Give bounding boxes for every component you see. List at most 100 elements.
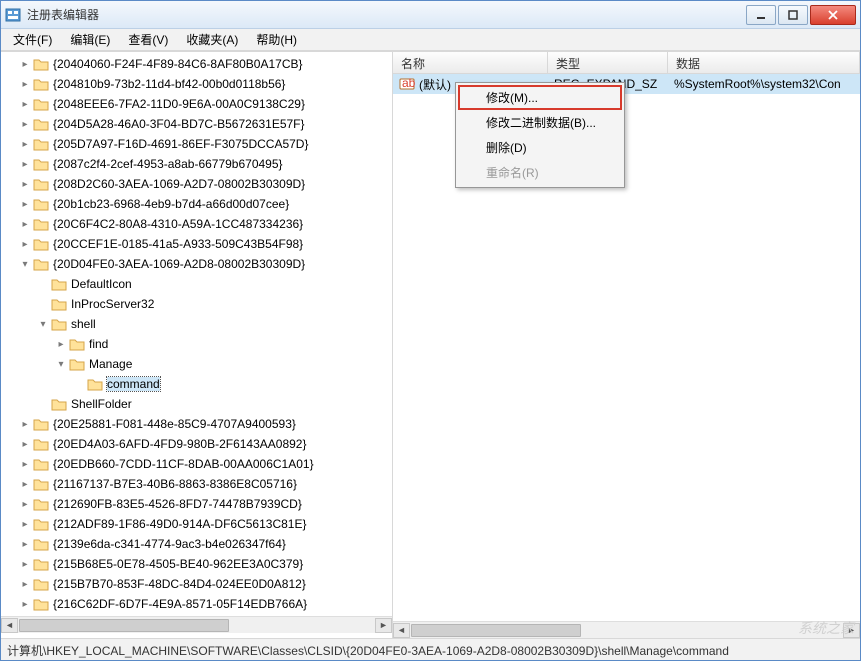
column-type[interactable]: 类型 bbox=[548, 52, 668, 73]
tree-toggle-icon[interactable] bbox=[37, 278, 49, 290]
app-icon bbox=[5, 7, 21, 23]
maximize-button[interactable] bbox=[778, 5, 808, 25]
menu-edit[interactable]: 编辑(E) bbox=[62, 29, 118, 50]
list-body[interactable]: ab (默认) REG_EXPAND_SZ %SystemRoot%\syste… bbox=[393, 74, 860, 621]
tree-label: {215B7B70-853F-48DC-84D4-024EE0D0A812} bbox=[53, 577, 306, 591]
column-name[interactable]: 名称 bbox=[393, 52, 548, 73]
tree-toggle-icon[interactable]: ▸ bbox=[19, 418, 31, 430]
context-modify-binary[interactable]: 修改二进制数据(B)... bbox=[458, 110, 622, 135]
context-delete[interactable]: 删除(D) bbox=[458, 135, 622, 160]
tree-node[interactable]: ▸{2048EEE6-7FA2-11D0-9E6A-00A0C9138C29} bbox=[19, 94, 392, 114]
scroll-left-icon[interactable]: ◄ bbox=[1, 618, 18, 633]
tree-node[interactable]: ▸{2139e6da-c341-4774-9ac3-b4e026347f64} bbox=[19, 534, 392, 554]
scrollbar-thumb[interactable] bbox=[19, 619, 229, 632]
tree-toggle-icon[interactable]: ▸ bbox=[19, 458, 31, 470]
tree-toggle-icon[interactable]: ▸ bbox=[19, 158, 31, 170]
tree-toggle-icon[interactable]: ▾ bbox=[55, 358, 67, 370]
tree-node[interactable]: ▸ find bbox=[55, 334, 392, 354]
folder-icon bbox=[33, 156, 49, 172]
tree-node[interactable]: ▸{20C6F4C2-80A8-4310-A59A-1CC487334236} bbox=[19, 214, 392, 234]
tree-toggle-icon[interactable]: ▸ bbox=[19, 198, 31, 210]
tree-toggle-icon[interactable]: ▸ bbox=[19, 558, 31, 570]
column-data[interactable]: 数据 bbox=[668, 52, 860, 73]
tree-toggle-icon[interactable]: ▸ bbox=[19, 498, 31, 510]
tree-node[interactable]: ▾{20D04FE0-3AEA-1069-A2D8-08002B30309D} bbox=[19, 254, 392, 274]
titlebar[interactable]: 注册表编辑器 bbox=[1, 1, 860, 29]
tree-toggle-icon[interactable] bbox=[37, 298, 49, 310]
tree-node[interactable]: ShellFolder bbox=[37, 394, 392, 414]
tree-node[interactable]: ▸{20E25881-F081-448e-85C9-4707A9400593} bbox=[19, 414, 392, 434]
tree-toggle-icon[interactable] bbox=[73, 378, 85, 390]
tree-toggle-icon[interactable]: ▸ bbox=[19, 58, 31, 70]
tree-node[interactable]: ▾shell bbox=[37, 314, 392, 334]
tree-toggle-icon[interactable]: ▸ bbox=[19, 118, 31, 130]
tree-label: {212ADF89-1F86-49D0-914A-DF6C5613C81E} bbox=[53, 517, 306, 531]
tree-label: find bbox=[89, 337, 108, 351]
value-data: %SystemRoot%\system32\Con bbox=[668, 77, 860, 91]
context-modify[interactable]: 修改(M)... bbox=[458, 85, 622, 110]
tree-node[interactable]: ▸ {212ADF89-1F86-49D0-914A-DF6C5613C81E} bbox=[19, 514, 392, 534]
tree-node[interactable]: ▸{20ED4A03-6AFD-4FD9-980B-2F6143AA0892} bbox=[19, 434, 392, 454]
tree-pane[interactable]: ▸{20404060-F24F-4F89-84C6-8AF80B0A17CB}▸… bbox=[1, 52, 393, 638]
tree-node[interactable]: ▸{208D2C60-3AEA-1069-A2D7-08002B30309D} bbox=[19, 174, 392, 194]
tree-toggle-icon[interactable]: ▸ bbox=[19, 478, 31, 490]
tree-toggle-icon[interactable]: ▸ bbox=[19, 78, 31, 90]
folder-icon bbox=[33, 536, 49, 552]
tree-toggle-icon[interactable]: ▸ bbox=[19, 598, 31, 610]
tree-node[interactable]: ▸ {204D5A28-46A0-3F04-BD7C-B5672631E57F} bbox=[19, 114, 392, 134]
tree-toggle-icon[interactable]: ▸ bbox=[19, 538, 31, 550]
tree-node[interactable]: ▸ {204810b9-73b2-11d4-bf42-00b0d0118b56} bbox=[19, 74, 392, 94]
tree-node[interactable]: ▸{21167137-B7E3-40B6-8863-8386E8C05716} bbox=[19, 474, 392, 494]
tree-toggle-icon[interactable]: ▸ bbox=[55, 338, 67, 350]
tree-toggle-icon[interactable]: ▸ bbox=[19, 438, 31, 450]
scrollbar-thumb[interactable] bbox=[411, 624, 581, 637]
tree-label: {204810b9-73b2-11d4-bf42-00b0d0118b56} bbox=[53, 77, 285, 91]
tree-toggle-icon[interactable]: ▸ bbox=[19, 178, 31, 190]
tree-node[interactable]: ▸{20404060-F24F-4F89-84C6-8AF80B0A17CB} bbox=[19, 54, 392, 74]
tree-toggle-icon[interactable]: ▸ bbox=[19, 578, 31, 590]
tree-node[interactable]: ▸{215B68E5-0E78-4505-BE40-962EE3A0C379} bbox=[19, 554, 392, 574]
menu-view[interactable]: 查看(V) bbox=[120, 29, 176, 50]
tree-scrollbar-h[interactable]: ◄ ► bbox=[1, 616, 392, 633]
tree-toggle-icon[interactable] bbox=[37, 398, 49, 410]
tree-toggle-icon[interactable]: ▾ bbox=[19, 258, 31, 270]
tree-node[interactable]: ▸ {215B7B70-853F-48DC-84D4-024EE0D0A812} bbox=[19, 574, 392, 594]
tree-node[interactable]: command bbox=[73, 374, 392, 394]
tree-node[interactable]: DefaultIcon bbox=[37, 274, 392, 294]
list-pane: 名称 类型 数据 ab (默认) REG_EXPAND_SZ %SystemRo… bbox=[393, 52, 860, 638]
list-scrollbar-h[interactable]: ◄ ► bbox=[393, 621, 860, 638]
scroll-right-icon[interactable]: ► bbox=[375, 618, 392, 633]
tree-node[interactable]: ▾ Manage bbox=[55, 354, 392, 374]
tree-label: Manage bbox=[89, 357, 132, 371]
tree-toggle-icon[interactable]: ▾ bbox=[37, 318, 49, 330]
tree-toggle-icon[interactable]: ▸ bbox=[19, 218, 31, 230]
minimize-button[interactable] bbox=[746, 5, 776, 25]
tree-toggle-icon[interactable]: ▸ bbox=[19, 138, 31, 150]
tree-node[interactable]: InProcServer32 bbox=[37, 294, 392, 314]
scroll-left-icon[interactable]: ◄ bbox=[393, 623, 410, 638]
tree-node[interactable]: ▸{2087c2f4-2cef-4953-a8ab-66779b670495} bbox=[19, 154, 392, 174]
menu-favorites[interactable]: 收藏夹(A) bbox=[178, 29, 246, 50]
tree-node[interactable]: ▸{212690FB-83E5-4526-8FD7-74478B7939CD} bbox=[19, 494, 392, 514]
tree-toggle-icon[interactable]: ▸ bbox=[19, 518, 31, 530]
tree-node[interactable]: ▸{205D7A97-F16D-4691-86EF-F3075DCCA57D} bbox=[19, 134, 392, 154]
tree-node[interactable]: ▸{20CCEF1E-0185-41a5-A933-509C43B54F98} bbox=[19, 234, 392, 254]
scroll-right-icon[interactable]: ► bbox=[843, 623, 860, 638]
folder-icon bbox=[87, 376, 103, 392]
tree-label: {204D5A28-46A0-3F04-BD7C-B5672631E57F} bbox=[53, 117, 305, 131]
tree-label: InProcServer32 bbox=[71, 297, 154, 311]
tree-toggle-icon[interactable]: ▸ bbox=[19, 238, 31, 250]
tree-node[interactable]: ▸{20b1cb23-6968-4eb9-b7d4-a66d00d07cee} bbox=[19, 194, 392, 214]
tree-node[interactable]: ▸{20EDB660-7CDD-11CF-8DAB-00AA006C1A01} bbox=[19, 454, 392, 474]
context-rename[interactable]: 重命名(R) bbox=[458, 160, 622, 185]
menu-help[interactable]: 帮助(H) bbox=[248, 29, 305, 50]
tree-label: ShellFolder bbox=[71, 397, 132, 411]
folder-icon bbox=[51, 276, 67, 292]
tree-toggle-icon[interactable]: ▸ bbox=[19, 98, 31, 110]
context-menu: 修改(M)... 修改二进制数据(B)... 删除(D) 重命名(R) bbox=[455, 82, 625, 188]
close-button[interactable] bbox=[810, 5, 856, 25]
folder-icon bbox=[33, 436, 49, 452]
menu-file[interactable]: 文件(F) bbox=[5, 29, 60, 50]
tree-node[interactable]: ▸{216C62DF-6D7F-4E9A-8571-05F14EDB766A} bbox=[19, 594, 392, 614]
folder-icon bbox=[69, 356, 85, 372]
